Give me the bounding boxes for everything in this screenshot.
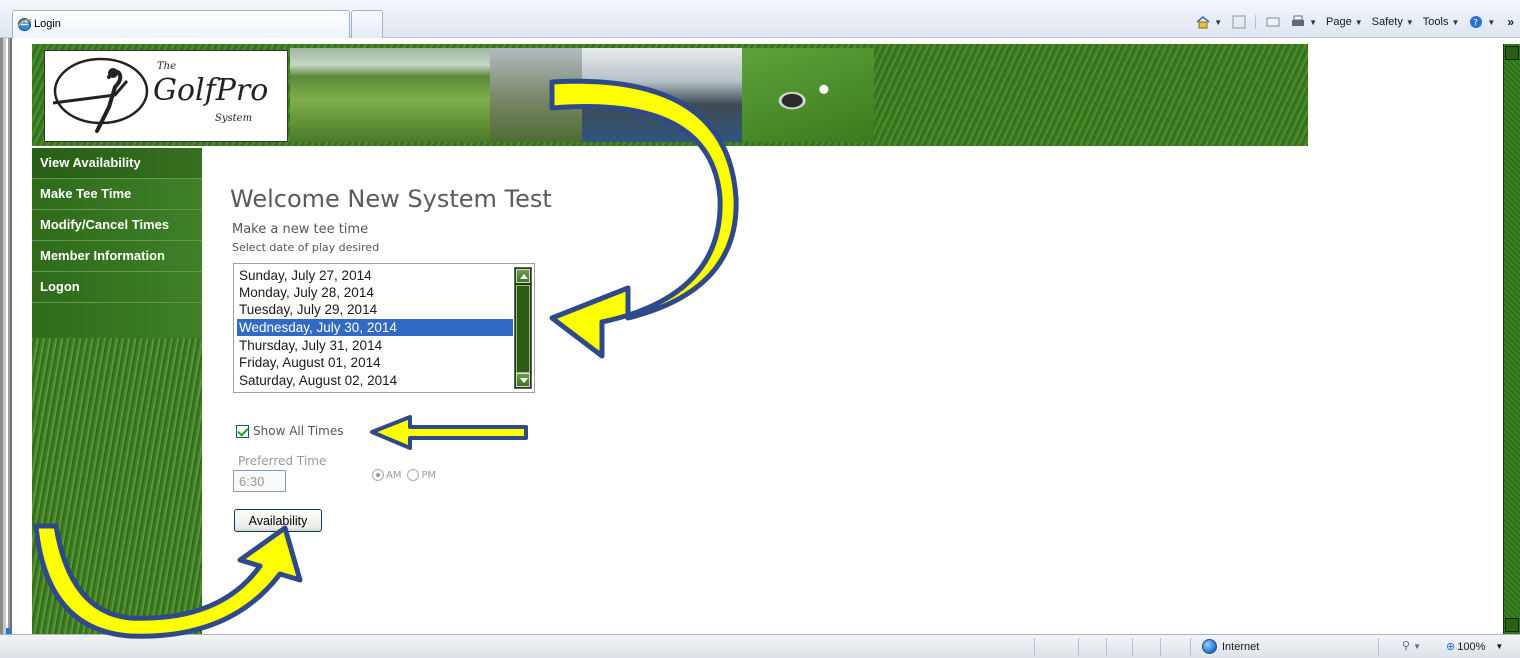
nav-logon[interactable]: Logon bbox=[32, 272, 202, 303]
status-bar: Internet ⚲ ▼ ⊕ 100% ▼ bbox=[0, 634, 1520, 658]
status-divider bbox=[1034, 638, 1035, 656]
pm-label: PM bbox=[421, 469, 437, 481]
zoom-icon: ⊕ bbox=[1446, 641, 1456, 653]
status-divider bbox=[1132, 638, 1133, 656]
date-option[interactable]: Friday, August 01, 2014 bbox=[237, 354, 513, 371]
protected-mode-button[interactable]: ⚲ ▼ bbox=[1402, 639, 1421, 652]
tools-menu-label: Tools bbox=[1422, 16, 1449, 28]
preferred-time-input[interactable] bbox=[233, 470, 286, 492]
date-listbox[interactable]: Sunday, July 27, 2014 Monday, July 28, 2… bbox=[233, 263, 535, 393]
globe-icon bbox=[1202, 639, 1217, 654]
pm-radio[interactable] bbox=[407, 469, 420, 481]
scroll-thumb[interactable] bbox=[516, 285, 530, 373]
scroll-down-arrow-icon[interactable] bbox=[516, 373, 530, 387]
browser-toolbar: Login ▼ ▼ Page ▼ Safety ▼ Tools ▼ ? ▼ » bbox=[0, 0, 1520, 38]
header-banner: The GolfPro System bbox=[32, 44, 1308, 146]
show-all-times-toggle[interactable]: Show All Times bbox=[236, 424, 344, 438]
page-scroll-up-icon[interactable] bbox=[1505, 46, 1519, 60]
nav-member-information[interactable]: Member Information bbox=[32, 241, 202, 272]
page-scroll-down-icon[interactable] bbox=[1505, 618, 1519, 632]
page-title: Welcome New System Test bbox=[230, 185, 552, 213]
safety-menu[interactable]: Safety ▼ bbox=[1372, 16, 1414, 28]
ampm-radio-group: AM PM bbox=[372, 469, 436, 481]
golf-hole-photo bbox=[742, 48, 874, 142]
status-divider bbox=[1160, 638, 1161, 656]
date-option[interactable]: Monday, July 28, 2014 bbox=[237, 284, 513, 301]
logo-suffix: System bbox=[215, 113, 253, 124]
tab-title: Login bbox=[34, 18, 61, 30]
preferred-time-label: Preferred Time bbox=[238, 454, 327, 468]
show-all-times-checkbox[interactable] bbox=[236, 424, 249, 438]
show-all-times-label: Show All Times bbox=[253, 424, 344, 438]
read-mail-button[interactable] bbox=[1265, 15, 1281, 29]
page-subtitle: Make a new tee time bbox=[232, 222, 369, 237]
feed-icon bbox=[1232, 15, 1246, 29]
page-scrollbar[interactable] bbox=[1503, 44, 1520, 634]
scroll-up-arrow-icon[interactable] bbox=[516, 269, 530, 283]
printer-icon bbox=[1292, 15, 1305, 26]
tools-menu[interactable]: Tools ▼ bbox=[1423, 16, 1460, 28]
crowd-photo bbox=[582, 48, 742, 142]
mail-icon bbox=[1266, 17, 1280, 27]
nav-make-tee-time[interactable]: Make Tee Time bbox=[32, 179, 202, 210]
main-content: Welcome New System Test Make a new tee t… bbox=[202, 148, 1302, 634]
am-radio[interactable] bbox=[372, 469, 384, 481]
date-option-selected[interactable]: Wednesday, July 30, 2014 bbox=[237, 319, 513, 336]
golfpro-logo: The GolfPro System bbox=[44, 50, 288, 142]
nav-view-availability[interactable]: View Availability bbox=[32, 148, 202, 179]
flag-photo bbox=[490, 48, 582, 142]
sidebar: View Availability Make Tee Time Modify/C… bbox=[32, 148, 202, 634]
status-divider bbox=[1106, 638, 1107, 656]
status-divider bbox=[1378, 638, 1379, 656]
zone-label: Internet bbox=[1222, 640, 1260, 653]
logo-name: GolfPro bbox=[153, 73, 269, 108]
logo-prefix: The bbox=[157, 61, 177, 72]
date-prompt-label: Select date of play desired bbox=[232, 241, 380, 254]
date-option[interactable]: Saturday, August 02, 2014 bbox=[237, 372, 513, 389]
fairway-photo bbox=[290, 48, 490, 142]
am-label: AM bbox=[386, 469, 402, 481]
status-divider bbox=[1190, 638, 1191, 656]
overflow-chevron[interactable]: » bbox=[1507, 15, 1514, 29]
print-button[interactable]: ▼ bbox=[1290, 15, 1317, 29]
help-icon: ? bbox=[1470, 16, 1483, 29]
help-menu[interactable]: ? ▼ bbox=[1468, 15, 1495, 29]
feeds-button[interactable] bbox=[1231, 15, 1247, 29]
safety-menu-label: Safety bbox=[1371, 16, 1403, 28]
page-menu-label: Page bbox=[1326, 16, 1352, 28]
zoom-level: 100% bbox=[1457, 640, 1486, 653]
window-left-edge bbox=[0, 38, 12, 634]
nav-modify-cancel-times[interactable]: Modify/Cancel Times bbox=[32, 210, 202, 241]
zoom-control[interactable]: ⊕ 100% ▼ bbox=[1446, 640, 1503, 654]
date-option[interactable]: Sunday, July 27, 2014 bbox=[237, 267, 513, 284]
svg-text:?: ? bbox=[1474, 19, 1479, 29]
ie-icon bbox=[17, 17, 32, 32]
date-option[interactable]: Tuesday, July 29, 2014 bbox=[237, 301, 513, 318]
availability-button[interactable]: Availability bbox=[234, 509, 322, 532]
browser-window: Login ▼ ▼ Page ▼ Safety ▼ Tools ▼ ? ▼ » … bbox=[0, 0, 1520, 658]
date-option[interactable]: Thursday, July 31, 2014 bbox=[237, 337, 513, 354]
listbox-scrollbar[interactable] bbox=[514, 267, 532, 389]
nav-menu: View Availability Make Tee Time Modify/C… bbox=[32, 148, 202, 338]
toolbar-divider bbox=[1255, 15, 1257, 29]
command-bar: ▼ ▼ Page ▼ Safety ▼ Tools ▼ ? ▼ » bbox=[1186, 10, 1514, 34]
page-menu[interactable]: Page ▼ bbox=[1326, 16, 1363, 28]
pin-icon: ⚲ bbox=[1402, 640, 1411, 652]
browser-tab[interactable]: Login bbox=[12, 10, 350, 38]
status-divider bbox=[1078, 638, 1079, 656]
security-zone[interactable]: Internet bbox=[1202, 639, 1259, 654]
home-button[interactable]: ▼ bbox=[1195, 15, 1222, 29]
home-icon bbox=[1196, 16, 1210, 29]
new-tab-button[interactable] bbox=[351, 10, 383, 38]
